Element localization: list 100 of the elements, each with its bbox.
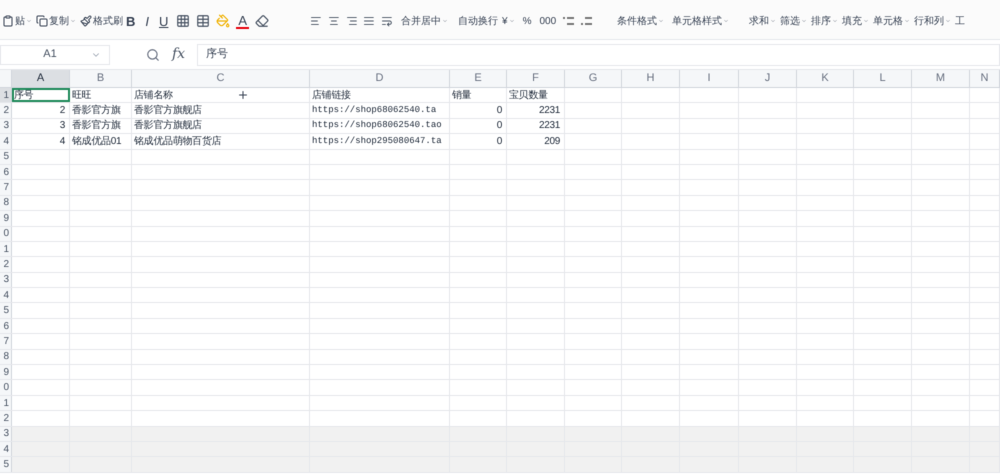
- caret-icon: [442, 18, 448, 24]
- row-header[interactable]: 0: [0, 380, 12, 395]
- table-icon[interactable]: [196, 14, 210, 28]
- caret-icon: [508, 18, 515, 24]
- row-header[interactable]: 0: [0, 226, 12, 241]
- row-header[interactable]: 2: [0, 103, 12, 118]
- justify-icon[interactable]: [363, 14, 376, 28]
- zoom-icon[interactable]: [146, 48, 160, 62]
- toolbar-button[interactable]: 单元格: [871, 11, 912, 31]
- row-header[interactable]: 8: [0, 196, 12, 210]
- row-header[interactable]: 7: [0, 180, 12, 195]
- toolbar-button[interactable]: 条件格式: [615, 11, 666, 31]
- wrap-icon[interactable]: [381, 14, 393, 28]
- column-header[interactable]: L: [854, 70, 912, 87]
- table-cell-text: https://shop295080647.ta: [311, 134, 442, 148]
- row-header[interactable]: 2: [0, 411, 12, 426]
- align-right-icon[interactable]: [346, 14, 358, 28]
- caret-icon: [801, 18, 807, 24]
- table-cell-text: 香影官方旗舰店: [133, 118, 202, 134]
- table-cell-text: https://shop68062540.tao: [311, 119, 442, 132]
- toolbar-button[interactable]: 筛选: [778, 11, 809, 31]
- caret-icon: [26, 18, 32, 24]
- table-cell-text: 店铺链接: [311, 88, 351, 102]
- table-cell-text: 3: [60, 119, 66, 134]
- align-left-icon[interactable]: [310, 14, 322, 28]
- brush-icon: [80, 15, 92, 27]
- column-header[interactable]: K: [797, 70, 854, 87]
- column-header[interactable]: M: [912, 70, 970, 87]
- toolbar-button[interactable]: 合并居中: [398, 11, 450, 31]
- column-header[interactable]: B: [70, 70, 132, 87]
- toolbar-button[interactable]: 单元格样式: [670, 11, 731, 31]
- column-header[interactable]: D: [310, 70, 450, 87]
- row-header[interactable]: 2: [0, 257, 12, 272]
- row-header[interactable]: 1: [0, 396, 12, 410]
- row-header[interactable]: 8: [0, 350, 12, 364]
- formula-input[interactable]: 序号: [197, 44, 1000, 66]
- row-header[interactable]: 4: [0, 134, 12, 149]
- table-cell-text: 4: [60, 134, 66, 149]
- name-box[interactable]: A1: [0, 44, 110, 64]
- italic-button[interactable]: I: [143, 12, 152, 31]
- row-header[interactable]: 5: [0, 303, 12, 318]
- column-header[interactable]: N: [970, 70, 1000, 87]
- table-cell-text: 序号: [13, 88, 34, 102]
- column-header[interactable]: E: [450, 70, 507, 87]
- row-header[interactable]: 6: [0, 318, 12, 334]
- row-header[interactable]: 9: [0, 211, 12, 226]
- column-header[interactable]: I: [680, 70, 739, 87]
- row-header[interactable]: 1: [0, 88, 12, 102]
- fill-color-icon[interactable]: [216, 14, 230, 28]
- row-header[interactable]: 4: [0, 288, 12, 302]
- caret-icon: [863, 18, 869, 24]
- borders-icon[interactable]: [176, 14, 190, 28]
- row-header[interactable]: 3: [0, 272, 12, 288]
- toolbar-button[interactable]: 复制: [34, 11, 78, 31]
- caret-icon: [832, 18, 838, 24]
- toolbar-button[interactable]: 工: [953, 11, 967, 31]
- row-header[interactable]: 7: [0, 334, 12, 349]
- fx-label[interactable]: fx: [172, 44, 186, 65]
- table-cell-text: 0: [496, 104, 503, 118]
- toolbar-button[interactable]: 填充: [840, 11, 871, 31]
- row-header[interactable]: 3: [0, 426, 12, 441]
- table-cell-text: 209: [544, 134, 561, 149]
- table-cell-text: 2231: [538, 119, 561, 134]
- table-cell-text: 铭成优品萌物百货店: [133, 134, 222, 149]
- toolbar-button[interactable]: 格式刷: [78, 11, 125, 31]
- toolbar-button[interactable]: 000: [537, 11, 558, 31]
- column-header[interactable]: C: [132, 70, 310, 87]
- toolbar-button[interactable]: 自动换行: [456, 11, 500, 31]
- table-cell-text: 香影官方旗: [71, 104, 121, 118]
- caret-icon: [70, 18, 76, 24]
- bold-button[interactable]: B: [124, 12, 138, 31]
- toolbar-button[interactable]: 求和: [747, 11, 778, 31]
- column-header[interactable]: G: [565, 70, 622, 87]
- decimal-icon[interactable]: [562, 15, 576, 27]
- column-header[interactable]: J: [739, 70, 797, 87]
- row-header[interactable]: 9: [0, 365, 12, 380]
- table-cell-text: 0: [496, 134, 503, 149]
- toolbar-button[interactable]: ¥: [500, 11, 517, 31]
- column-header[interactable]: H: [622, 70, 680, 87]
- eraser-icon[interactable]: [255, 14, 270, 28]
- cell-cursor-icon: [237, 89, 249, 102]
- table-cell-text: 0: [496, 119, 503, 134]
- row-header[interactable]: 5: [0, 457, 12, 472]
- toolbar-button[interactable]: 排序: [809, 11, 840, 31]
- toolbar-button[interactable]: 贴: [0, 11, 34, 31]
- row-header[interactable]: 6: [0, 164, 12, 180]
- row-header[interactable]: 5: [0, 150, 12, 164]
- caret-icon: [770, 18, 776, 24]
- row-header[interactable]: 3: [0, 118, 12, 134]
- column-header[interactable]: F: [507, 70, 565, 87]
- font-color-button[interactable]: A: [236, 14, 250, 29]
- row-header[interactable]: 4: [0, 442, 12, 456]
- column-header[interactable]: A: [12, 70, 70, 87]
- underline-button[interactable]: U: [157, 12, 170, 31]
- toolbar-button[interactable]: 行和列: [912, 11, 953, 31]
- align-center-icon[interactable]: [328, 14, 340, 28]
- row-header[interactable]: 1: [0, 242, 12, 256]
- clipboard-icon: [2, 15, 14, 27]
- toolbar-button[interactable]: %: [520, 11, 534, 31]
- decimal-icon[interactable]: [580, 15, 594, 27]
